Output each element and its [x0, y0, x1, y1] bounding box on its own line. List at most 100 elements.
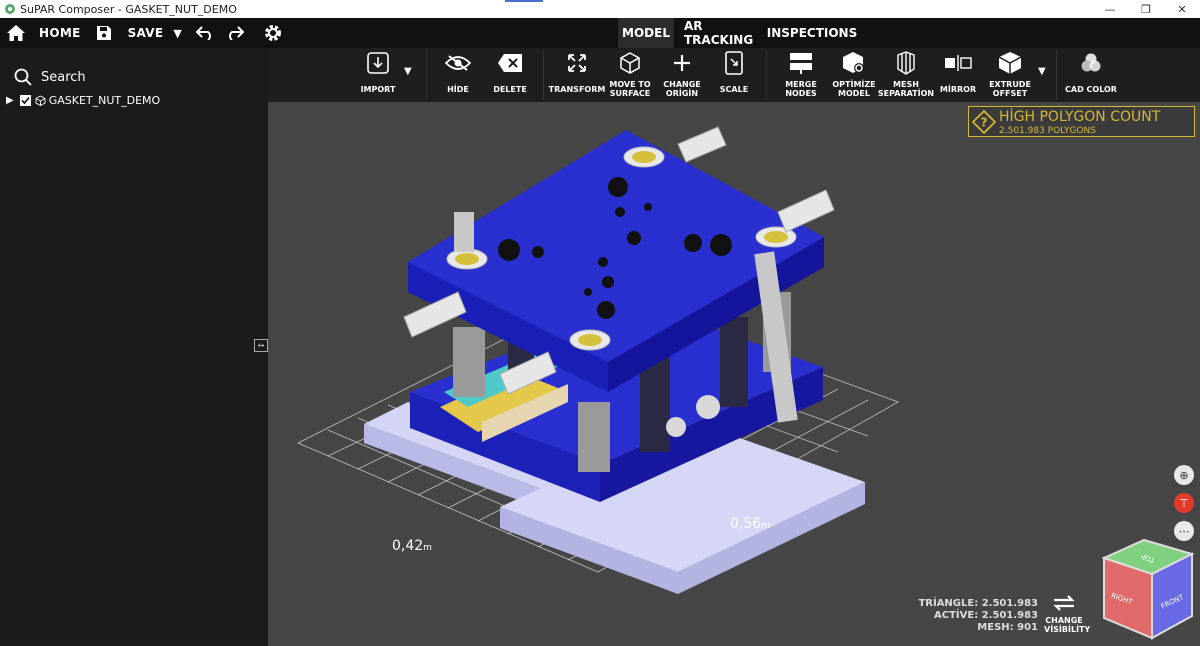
mesh-separation-button[interactable]: MESH SEPARATİON	[878, 48, 934, 102]
optimize-label-2: MODEL	[838, 89, 870, 98]
active-count: ACTİVE: 2.501.983	[934, 610, 1038, 621]
undo-icon	[196, 26, 212, 40]
close-button[interactable]: ✕	[1164, 0, 1200, 18]
3d-viewport[interactable]: 0,42m 0,56m ? HİGH POLYGON COUNT 2.501.9…	[268, 102, 1200, 646]
scale-label: SCALE	[719, 85, 749, 94]
redo-icon	[229, 26, 245, 40]
optimize-model-button[interactable]: OPTİMİZE MODEL	[830, 48, 878, 102]
width-value: 0,56	[730, 516, 762, 532]
save-label: SAVE	[127, 26, 164, 40]
merge-nodes-button[interactable]: MERGE NODES	[778, 48, 824, 102]
width-dimension: 0,56m	[730, 516, 770, 532]
scale-button[interactable]: SCALE	[712, 48, 756, 102]
import-icon	[367, 52, 389, 74]
high-polygon-warning: ? HİGH POLYGON COUNT 2.501.983 POLYGONS	[968, 106, 1195, 137]
save-icon	[96, 26, 111, 40]
origin-label-2: ORİGİN	[665, 89, 699, 98]
visibility-label-1: CHANGE	[1045, 616, 1083, 625]
merge-icon	[790, 53, 812, 74]
center-view-button[interactable]: ⊕	[1174, 465, 1194, 485]
merge-label-2: NODES	[785, 89, 817, 98]
tree-item[interactable]: ▶ GASKET_NUT_DEMO	[6, 94, 160, 107]
toolbar-divider	[1056, 50, 1057, 100]
extrude-dropdown-icon[interactable]: ▼	[1038, 66, 1046, 77]
mesh-count: MESH: 901	[977, 622, 1038, 633]
spring	[578, 402, 610, 472]
view-cube[interactable]: TOP RIGHT FRONT	[1100, 538, 1196, 640]
warning-subtitle: 2.501.983 POLYGONS	[999, 126, 1096, 136]
extrude-offset-button[interactable]: EXTRUDE OFFSET	[986, 48, 1034, 102]
side-bar	[454, 212, 474, 252]
transform-label: TRANSFORM	[548, 85, 606, 94]
extrude-label-2: OFFSET	[992, 89, 1028, 98]
mirror-button[interactable]: MİRROR	[936, 48, 980, 102]
minimize-button[interactable]: —	[1092, 0, 1128, 18]
window-titlebar: SuPAR Composer - GASKET_NUT_DEMO — ❐ ✕	[0, 0, 1200, 18]
delete-button[interactable]: DELETE	[488, 48, 532, 102]
settings-button[interactable]	[264, 18, 282, 48]
mesh-label-1: MESH	[893, 80, 919, 89]
extrude-icon	[998, 52, 1022, 74]
spring	[453, 327, 485, 397]
expand-arrow-icon[interactable]: ▶	[6, 95, 14, 106]
swap-arrows-icon	[1053, 595, 1075, 611]
home-icon	[7, 25, 25, 41]
checkmark-icon	[21, 96, 30, 105]
change-origin-button[interactable]: CHANGE ORİGİN	[658, 48, 706, 102]
model-render	[297, 126, 899, 594]
nut	[666, 417, 686, 437]
nut	[696, 395, 720, 419]
warning-title: HİGH POLYGON COUNT	[999, 109, 1161, 125]
import-dropdown-icon[interactable]: ▼	[404, 66, 412, 77]
panel-resize-handle[interactable]: ↔	[254, 339, 268, 352]
eye-off-icon	[445, 55, 471, 71]
move-to-surface-button[interactable]: MOVE TO SURFACE	[606, 48, 654, 102]
move-label-1: MOVE TO	[609, 80, 651, 89]
cube-icon	[35, 95, 46, 106]
undo-button[interactable]	[196, 18, 214, 48]
plus-icon	[674, 55, 690, 71]
toolbar: IMPORT ▼ HİDE DELETE TRANSFORM MOVE TO S…	[268, 48, 1200, 102]
tab-inspections[interactable]: INSPECTIONS	[767, 18, 858, 48]
scale-icon	[725, 51, 743, 75]
search-box[interactable]: Search	[14, 68, 86, 86]
gear-icon	[265, 25, 282, 41]
mirror-icon	[945, 55, 972, 71]
tab-model[interactable]: MODEL	[618, 18, 674, 48]
search-label: Search	[41, 69, 86, 85]
warning-diamond-icon: ?	[972, 110, 996, 134]
tab-ar-tracking[interactable]: AR TRACKING	[676, 18, 764, 48]
delete-label: DELETE	[493, 85, 527, 94]
pin-button[interactable]: ⊤	[1174, 493, 1194, 513]
maximize-button[interactable]: ❐	[1128, 0, 1164, 18]
search-icon	[14, 68, 32, 86]
visibility-label-2: VİSİBİLİTY	[1044, 625, 1091, 634]
visibility-checkbox[interactable]	[19, 95, 31, 106]
delete-icon	[498, 54, 522, 72]
save-dropdown-icon[interactable]: ▼	[173, 27, 182, 40]
tree-item-label: GASKET_NUT_DEMO	[48, 94, 161, 107]
cube-move-icon	[620, 52, 640, 74]
move-label-2: SURFACE	[609, 89, 651, 98]
depth-unit: m	[423, 543, 432, 553]
toolbar-divider	[543, 50, 544, 100]
cad-color-button[interactable]: CAD COLOR	[1064, 48, 1118, 102]
change-visibility-button[interactable]: CHANGE VİSİBİLİTY	[1044, 592, 1091, 634]
redo-button[interactable]	[226, 18, 245, 48]
save-button[interactable]: SAVE ▼	[96, 18, 183, 48]
home-label: HOME	[39, 26, 81, 40]
hide-button[interactable]: HİDE	[436, 48, 480, 102]
sidebar: Search ▶ GASKET_NUT_DEMO	[0, 48, 268, 646]
home-button[interactable]: HOME	[6, 18, 81, 48]
svg-text:?: ?	[981, 116, 988, 130]
column	[720, 317, 748, 407]
extrude-label-1: EXTRUDE	[989, 80, 1031, 89]
import-label: IMPORT	[360, 85, 396, 94]
transform-button[interactable]: TRANSFORM	[548, 48, 606, 102]
depth-dimension: 0,42m	[392, 538, 432, 554]
merge-label-1: MERGE	[785, 80, 817, 89]
mesh-separation-icon	[897, 51, 915, 75]
import-button[interactable]: IMPORT	[356, 48, 400, 102]
mesh-stats: TRİANGLE: 2.501.983 ACTİVE: 2.501.983 ME…	[918, 598, 1038, 634]
depth-value: 0,42	[392, 538, 424, 554]
